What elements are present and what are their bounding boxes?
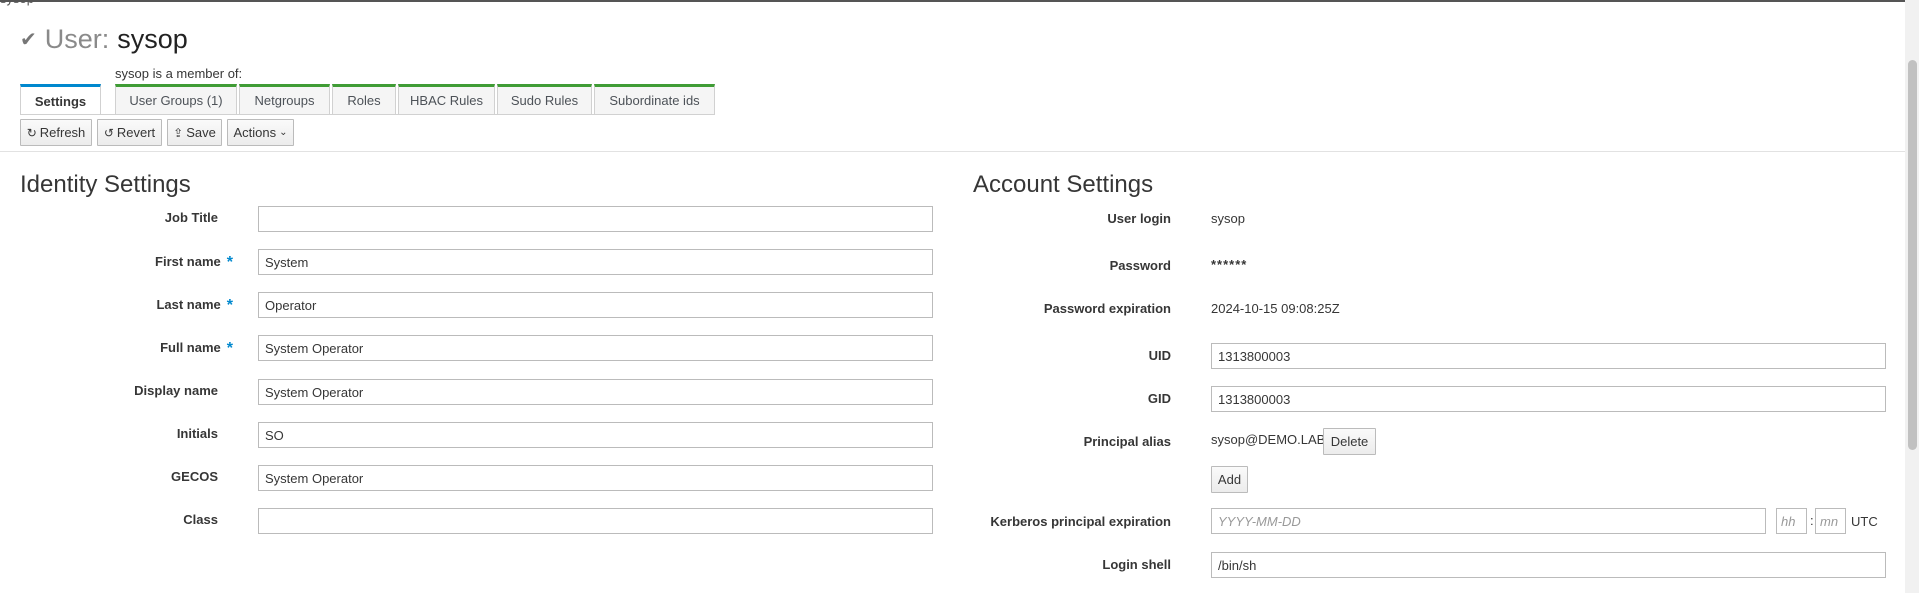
- uid-label: UID: [1148, 348, 1171, 363]
- class-input[interactable]: [258, 508, 933, 534]
- password-label: Password: [1109, 258, 1171, 273]
- first-name-input[interactable]: [258, 249, 933, 275]
- tab-netgroups[interactable]: Netgroups: [239, 84, 330, 114]
- class-label: Class: [183, 512, 218, 527]
- top-border: [0, 0, 1919, 2]
- gecos-input[interactable]: [258, 465, 933, 491]
- actions-label: Actions: [233, 125, 277, 140]
- display-name-input[interactable]: [258, 379, 933, 405]
- refresh-icon: ↻: [26, 125, 37, 140]
- required-marker: *: [226, 297, 233, 314]
- utc-label: UTC: [1851, 514, 1878, 529]
- top-breadcrumb: sysop: [0, 0, 34, 6]
- save-label: Save: [186, 125, 216, 140]
- job-title-input[interactable]: [258, 206, 933, 232]
- password-expiration-value: 2024-10-15 09:08:25Z: [1211, 301, 1340, 316]
- revert-button[interactable]: ↺ Revert: [97, 119, 162, 146]
- page-title: ✔ User: sysop: [20, 24, 188, 55]
- first-name-label: First name *: [155, 254, 233, 271]
- undo-icon: ↺: [103, 125, 114, 140]
- uid-input[interactable]: [1211, 343, 1886, 369]
- principal-alias-value: sysop@DEMO.LABS: [1211, 432, 1335, 447]
- initials-label: Initials: [176, 426, 218, 441]
- gid-input[interactable]: [1211, 386, 1886, 412]
- time-separator: :: [1810, 513, 1814, 528]
- user-login-label: User login: [1107, 211, 1171, 226]
- tab-subordinate-ids[interactable]: Subordinate ids: [594, 84, 715, 114]
- last-name-input[interactable]: [258, 292, 933, 318]
- add-principal-button[interactable]: Add: [1211, 466, 1248, 493]
- actions-dropdown[interactable]: Actions ⌄: [227, 119, 294, 146]
- refresh-label: Refresh: [39, 125, 86, 140]
- gid-label: GID: [1147, 391, 1171, 406]
- tab-underline: [20, 114, 715, 115]
- job-title-label: Job Title: [164, 210, 218, 225]
- krb-expiration-minute-input[interactable]: [1815, 508, 1846, 534]
- full-name-input[interactable]: [258, 335, 933, 361]
- principal-alias-label: Principal alias: [1083, 434, 1171, 449]
- chevron-down-icon: ⌄: [279, 127, 288, 138]
- tab-sudo-rules[interactable]: Sudo Rules: [497, 84, 592, 114]
- member-of-label: sysop is a member of:: [115, 66, 243, 81]
- required-marker: *: [226, 340, 233, 357]
- account-settings-title: Account Settings: [973, 171, 1154, 198]
- tab-hbac-rules[interactable]: HBAC Rules: [398, 84, 495, 114]
- tab-user-groups[interactable]: User Groups (1): [115, 84, 237, 114]
- krb-expiration-label: Kerberos principal expiration: [990, 514, 1171, 529]
- required-marker: *: [226, 254, 233, 271]
- entity-name: sysop: [117, 24, 188, 54]
- scrollbar-thumb[interactable]: [1908, 60, 1917, 450]
- password-expiration-label: Password expiration: [1043, 301, 1171, 316]
- entity-type: User:: [44, 24, 110, 54]
- delete-principal-button[interactable]: Delete: [1323, 428, 1376, 455]
- initials-input[interactable]: [258, 422, 933, 448]
- tab-settings[interactable]: Settings: [20, 84, 101, 115]
- full-name-label: Full name *: [160, 340, 233, 357]
- gecos-label: GECOS: [171, 469, 218, 484]
- krb-expiration-hour-input[interactable]: [1776, 508, 1807, 534]
- tab-roles[interactable]: Roles: [332, 84, 396, 114]
- refresh-button[interactable]: ↻ Refresh: [20, 119, 92, 146]
- user-login-value: sysop: [1211, 211, 1245, 226]
- save-button[interactable]: ⇪ Save: [167, 119, 222, 146]
- krb-expiration-date-input[interactable]: [1211, 508, 1766, 534]
- login-shell-label: Login shell: [1102, 557, 1171, 572]
- identity-settings-title: Identity Settings: [20, 171, 191, 198]
- revert-label: Revert: [116, 125, 156, 140]
- display-name-label: Display name: [134, 383, 218, 398]
- upload-icon: ⇪: [173, 125, 184, 140]
- last-name-label: Last name *: [156, 297, 233, 314]
- toolbar-divider: [0, 151, 1905, 152]
- password-value: ******: [1211, 257, 1248, 272]
- login-shell-input[interactable]: [1211, 552, 1886, 578]
- check-icon: ✔: [20, 29, 37, 51]
